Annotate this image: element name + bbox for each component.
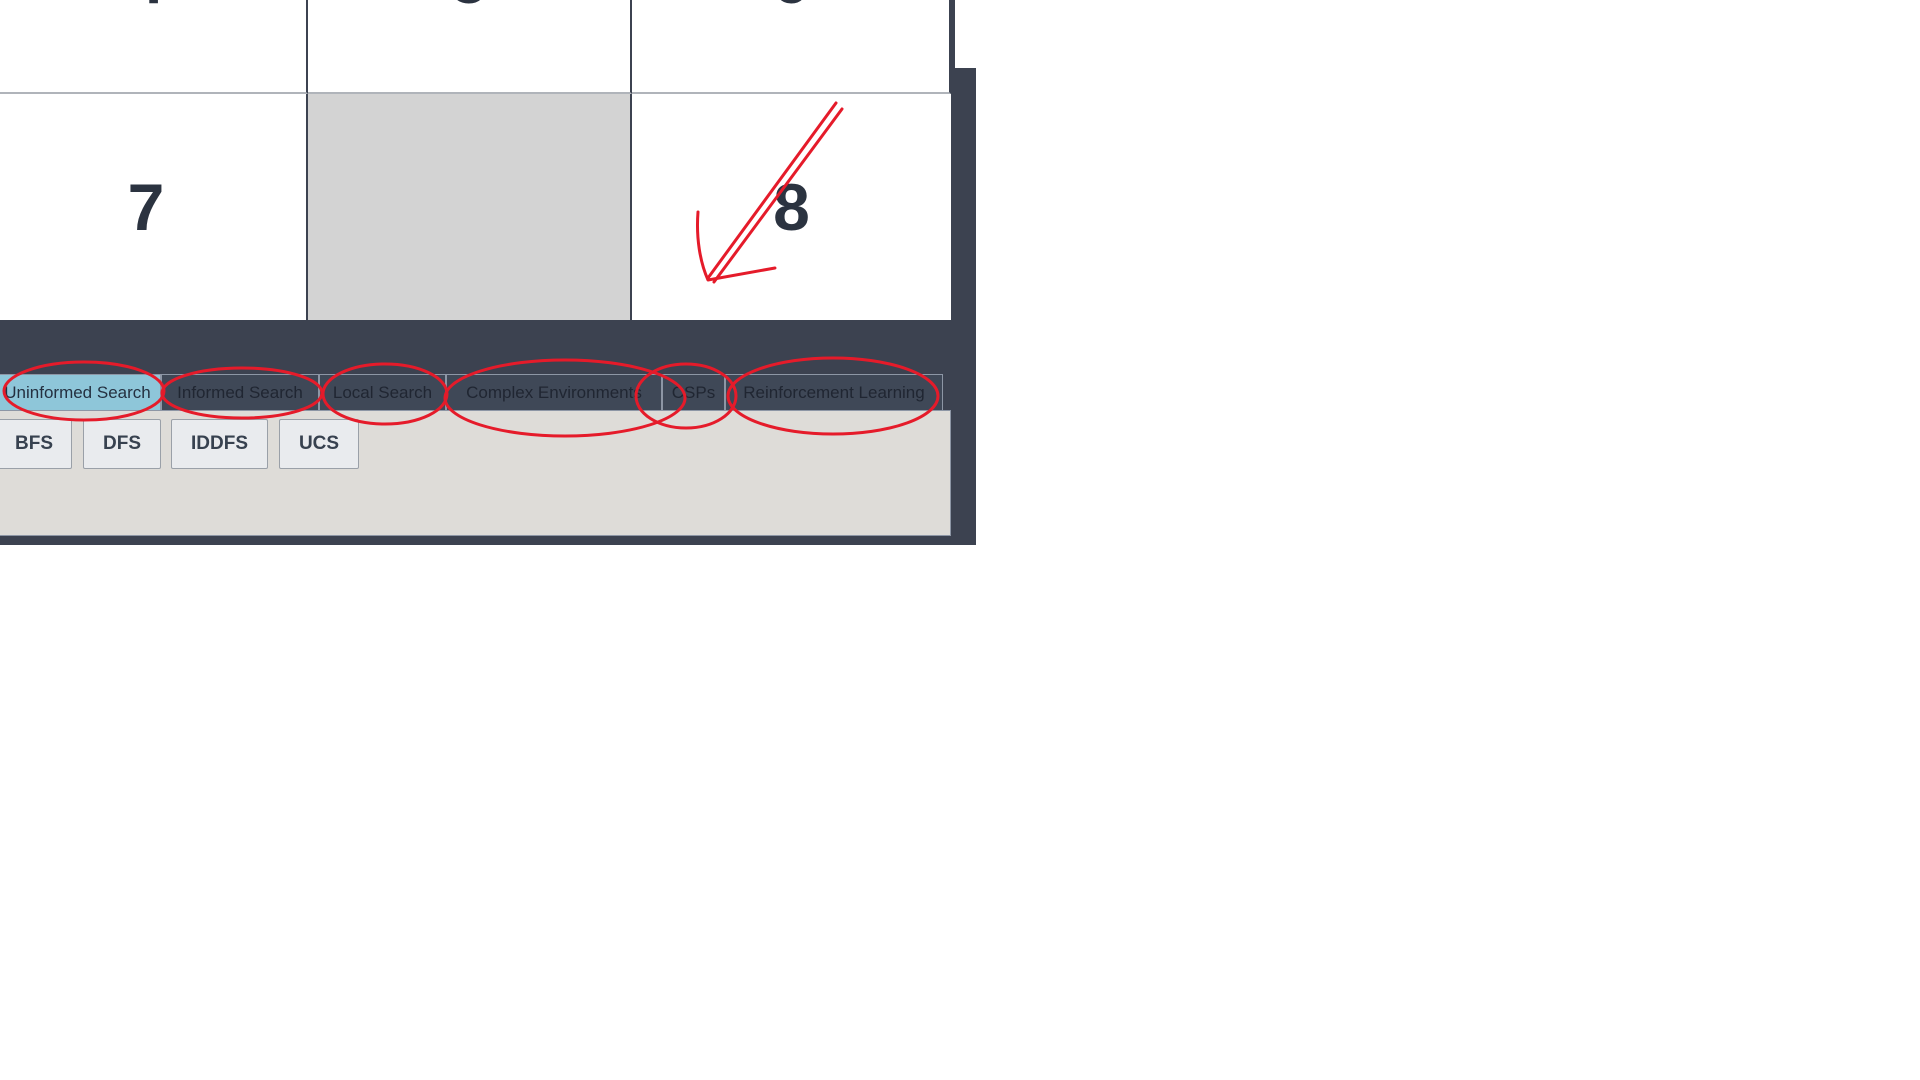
- window-border: [951, 0, 955, 68]
- tab-label: Local Search: [332, 382, 433, 402]
- tab-label: Uninformed Search: [4, 382, 151, 402]
- tab-label: Complex Environments: [466, 382, 642, 402]
- tab-local-search[interactable]: Local Search: [319, 374, 446, 410]
- tab-uninformed-search[interactable]: Uninformed Search: [0, 374, 161, 410]
- button-label: IDDFS: [191, 433, 248, 454]
- tab-reinforcement-learning[interactable]: Reinforcement Learning: [725, 374, 943, 410]
- tab-complex-environments[interactable]: Complex Environments: [446, 374, 662, 410]
- puzzle-tile[interactable]: 4: [0, 0, 308, 94]
- dfs-button[interactable]: DFS: [83, 419, 161, 469]
- window-edge: [951, 0, 976, 68]
- tile-number: 7: [127, 170, 165, 244]
- tile-number: 5: [451, 0, 488, 18]
- puzzle-board: 4 5 6 7 8: [0, 0, 951, 320]
- tab-informed-search[interactable]: Informed Search: [161, 374, 319, 410]
- tile-number: 8: [773, 170, 810, 244]
- puzzle-tile[interactable]: 7: [0, 94, 308, 320]
- puzzle-tile[interactable]: 8: [632, 94, 951, 320]
- tab-content-panel: BFS DFS IDDFS UCS: [0, 410, 951, 536]
- button-label: DFS: [103, 433, 141, 454]
- app-window: 4 5 6 7 8 Uninformed Search Informed Sea…: [0, 0, 976, 545]
- puzzle-tile[interactable]: 5: [308, 0, 632, 94]
- tab-csps[interactable]: CSPs: [662, 374, 725, 410]
- button-label: UCS: [298, 433, 340, 454]
- bfs-button[interactable]: BFS: [0, 419, 72, 469]
- ucs-button[interactable]: UCS: [279, 419, 359, 469]
- tab-label: Reinforcement Learning: [743, 382, 925, 402]
- iddfs-button[interactable]: IDDFS: [171, 419, 268, 469]
- tab-label: CSPs: [671, 382, 716, 402]
- tile-number: 4: [128, 0, 165, 18]
- empty-tile[interactable]: [308, 94, 632, 320]
- puzzle-tile[interactable]: 6: [632, 0, 951, 94]
- button-label: BFS: [15, 433, 53, 454]
- tile-number: 6: [772, 0, 809, 18]
- tab-label: Informed Search: [177, 382, 303, 402]
- algorithm-tab-bar: Uninformed Search Informed Search Local …: [0, 374, 951, 410]
